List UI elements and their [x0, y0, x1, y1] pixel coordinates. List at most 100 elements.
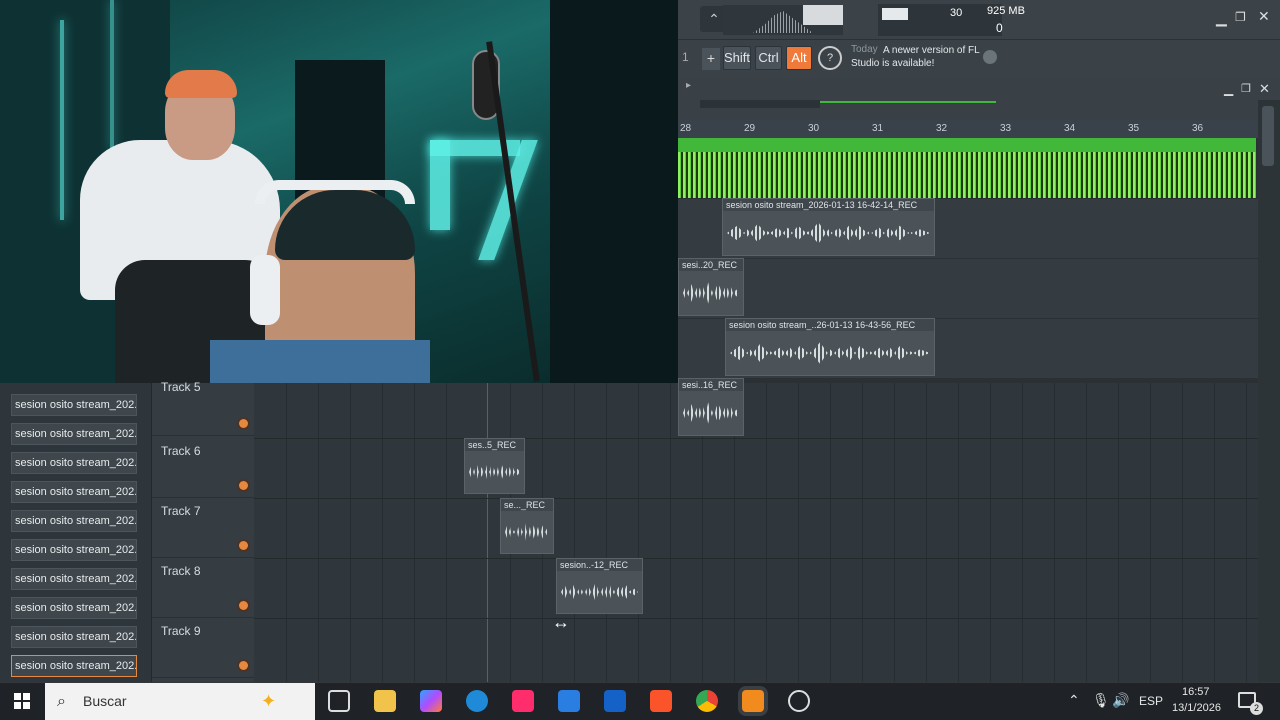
- track-mute-led[interactable]: [239, 541, 248, 550]
- hint-icon[interactable]: ?: [818, 46, 842, 70]
- audio-clip[interactable]: sesi..20_REC: [678, 258, 744, 316]
- memory-usage: 925 MB: [987, 5, 1025, 17]
- ruler-mark: 34: [1064, 123, 1076, 134]
- track-mute-led[interactable]: [239, 661, 248, 670]
- track-mute-led[interactable]: [239, 419, 248, 428]
- track-name: Track 6: [161, 444, 201, 458]
- ruler-mark: 32: [936, 123, 948, 134]
- waveform: [505, 521, 549, 543]
- clip-header-green[interactable]: [678, 138, 1256, 152]
- scroller-progress: [820, 101, 996, 103]
- ruler-mark: 30: [808, 123, 820, 134]
- cpu-meter: [803, 5, 843, 25]
- track-name: Track 7: [161, 504, 201, 518]
- pattern-number[interactable]: 1: [682, 50, 689, 64]
- browser-item[interactable]: sesion osito stream_202...: [11, 423, 137, 445]
- brave-icon[interactable]: [650, 690, 672, 712]
- outlook-icon[interactable]: [604, 690, 626, 712]
- track-name: Track 9: [161, 624, 201, 638]
- track-mute-led[interactable]: [239, 481, 248, 490]
- timeline-ruler[interactable]: 28 29 30 31 32 33 34 35 36: [678, 120, 1258, 138]
- hint-text: A newer version of FL Studio is availabl…: [851, 45, 980, 69]
- playlist-close-icon[interactable]: ✕: [1259, 81, 1270, 97]
- browser-item[interactable]: sesion osito stream_202...: [11, 597, 137, 619]
- copilot-icon[interactable]: [420, 690, 442, 712]
- person-shirt: [210, 340, 430, 383]
- waveform: [678, 152, 1256, 198]
- microphone-icon[interactable]: 🎙: [1092, 692, 1110, 709]
- minimize-icon[interactable]: ▁: [1216, 10, 1227, 27]
- playlist-restore-icon[interactable]: ❐: [1241, 82, 1251, 95]
- ruler-mark: 31: [872, 123, 884, 134]
- arrow-right-icon[interactable]: ▸: [686, 80, 691, 91]
- close-icon[interactable]: ✕: [1258, 8, 1270, 25]
- volume-icon[interactable]: 🔊: [1112, 692, 1129, 709]
- audio-clip[interactable]: sesion osito stream_..26-01-13 16-43-56_…: [725, 318, 935, 376]
- clip-label: sesi..20_REC: [679, 259, 743, 271]
- store-icon[interactable]: [558, 690, 580, 712]
- browser-item[interactable]: sesion osito stream_202...: [11, 452, 137, 474]
- taskbar-search[interactable]: ⌕ Buscar ✦: [45, 683, 315, 720]
- track-header[interactable]: Track 7: [152, 498, 254, 558]
- task-view-icon[interactable]: [328, 690, 350, 712]
- browser-item[interactable]: sesion osito stream_202...: [11, 394, 137, 416]
- clip-label: sesi..16_REC: [679, 379, 743, 391]
- ruler-mark: 35: [1128, 123, 1140, 134]
- waveform: [683, 402, 739, 424]
- search-placeholder: Buscar: [83, 693, 127, 709]
- playlist-lane[interactable]: [678, 258, 1258, 318]
- browser-item-selected[interactable]: sesion osito stream_202...: [11, 655, 137, 677]
- obs-icon[interactable]: [788, 690, 810, 712]
- track-header[interactable]: Track 5: [152, 378, 254, 436]
- horizontal-scroller[interactable]: [700, 100, 820, 108]
- track-header[interactable]: Track 8: [152, 558, 254, 618]
- person-cap: [165, 70, 237, 98]
- browser-item[interactable]: sesion osito stream_202...: [11, 481, 137, 503]
- headphone-cup: [250, 255, 280, 325]
- audio-clip[interactable]: sesi..16_REC: [678, 378, 744, 436]
- scrollbar-thumb[interactable]: [1262, 106, 1274, 166]
- playlist-minimize-icon[interactable]: ▁: [1224, 82, 1233, 96]
- webcam-overlay: [0, 0, 678, 383]
- audio-clip[interactable]: se..._REC: [500, 498, 554, 554]
- clock-time[interactable]: 16:57: [1182, 686, 1210, 698]
- update-icon[interactable]: [983, 50, 997, 64]
- chrome-icon[interactable]: [696, 690, 718, 712]
- shift-key-button[interactable]: Shift: [723, 46, 751, 70]
- ctrl-key-button[interactable]: Ctrl: [755, 46, 782, 70]
- ruler-mark: 28: [680, 123, 692, 134]
- waveform: [561, 581, 638, 603]
- playlist-grid[interactable]: [254, 383, 1258, 682]
- browser-item[interactable]: sesion osito stream_202...: [11, 568, 137, 590]
- audio-clip[interactable]: sesion osito stream_2026-01-13 16-42-14_…: [722, 198, 935, 256]
- vertical-scrollbar[interactable]: [1258, 100, 1280, 682]
- copilot-sparkle-icon: ✦: [261, 691, 277, 711]
- track-header[interactable]: Track 6: [152, 438, 254, 498]
- browser-item[interactable]: sesion osito stream_202...: [11, 626, 137, 648]
- cpu-ram-panel: 30: [878, 4, 1002, 36]
- add-pattern-icon[interactable]: +: [702, 48, 720, 70]
- browser-panel: sesion osito stream_202... sesion osito …: [0, 383, 152, 682]
- windows-start-icon[interactable]: [14, 693, 30, 709]
- clip-label: ses..5_REC: [465, 439, 524, 451]
- ruler-mark: 33: [1000, 123, 1012, 134]
- tray-chevron-icon[interactable]: ⌃: [1068, 692, 1080, 709]
- audio-clip[interactable]: ses..5_REC: [464, 438, 525, 494]
- clock-date[interactable]: 13/1/2026: [1172, 702, 1221, 714]
- tiktok-icon[interactable]: [512, 690, 534, 712]
- language-indicator[interactable]: ESP: [1139, 694, 1163, 708]
- alt-key-button[interactable]: Alt: [786, 46, 812, 70]
- browser-item[interactable]: sesion osito stream_202...: [11, 510, 137, 532]
- restore-icon[interactable]: ❐: [1235, 10, 1246, 24]
- edge-icon[interactable]: [466, 690, 488, 712]
- clip-label: sesion..-12_REC: [557, 559, 642, 571]
- browser-item[interactable]: sesion osito stream_202...: [11, 539, 137, 561]
- file-explorer-icon[interactable]: [374, 690, 396, 712]
- track-name: Track 5: [161, 380, 201, 394]
- notification-badge: 2: [1250, 702, 1263, 715]
- track-mute-led[interactable]: [239, 601, 248, 610]
- audio-clip[interactable]: sesion..-12_REC: [556, 558, 643, 614]
- track-header[interactable]: Track 9: [152, 618, 254, 678]
- waveform: [469, 461, 520, 483]
- fl-studio-icon[interactable]: [742, 690, 764, 712]
